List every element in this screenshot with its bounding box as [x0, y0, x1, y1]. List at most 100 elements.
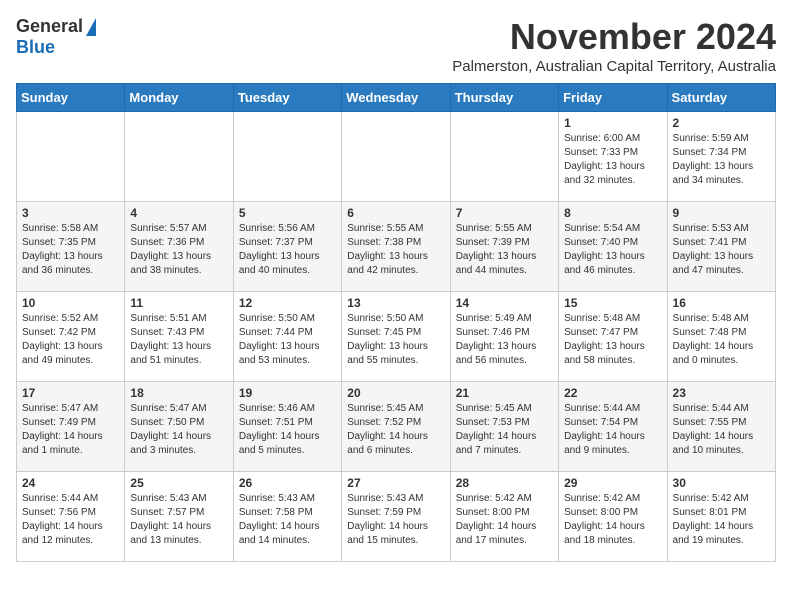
calendar-cell: 8 Sunrise: 5:54 AM Sunset: 7:40 PM Daylig…: [559, 202, 667, 292]
calendar-cell: 5 Sunrise: 5:56 AM Sunset: 7:37 PM Daylig…: [233, 202, 341, 292]
day-info: Sunrise: 5:45 AM Sunset: 7:53 PM Dayligh…: [456, 402, 553, 458]
calendar-week-row: 17Sunrise: 5:47 AM Sunset: 7:49 PM Dayli…: [17, 382, 776, 472]
calendar-cell: 21 Sunrise: 5:45 AM Sunset: 7:53 PM Dayli…: [450, 382, 558, 472]
day-info: Sunrise: 5:57 AM Sunset: 7:36 PM Dayligh…: [130, 222, 227, 278]
calendar-cell: 15 Sunrise: 5:48 AM Sunset: 7:47 PM Dayli…: [559, 292, 667, 382]
day-number: 18: [130, 386, 227, 400]
calendar-cell: 1 Sunrise: 6:00 AM Sunset: 7:33 PM Daylig…: [559, 112, 667, 202]
logo: General Blue: [16, 16, 96, 58]
day-number: 28: [456, 476, 553, 490]
day-number: 21: [456, 386, 553, 400]
day-info: Sunrise: 5:54 AM Sunset: 7:40 PM Dayligh…: [564, 222, 661, 278]
day-info: Sunrise: 6:00 AM Sunset: 7:33 PM Dayligh…: [564, 132, 661, 188]
day-number: 13: [347, 296, 444, 310]
day-number: 1: [564, 116, 661, 130]
day-number: 5: [239, 206, 336, 220]
day-info: Sunrise: 5:44 AM Sunset: 7:54 PM Dayligh…: [564, 402, 661, 458]
day-info: Sunrise: 5:55 AM Sunset: 7:39 PM Dayligh…: [456, 222, 553, 278]
day-number: 24: [22, 476, 119, 490]
day-number: 12: [239, 296, 336, 310]
month-title: November 2024: [452, 16, 776, 58]
day-info: Sunrise: 5:42 AM Sunset: 8:01 PM Dayligh…: [673, 492, 770, 548]
day-info: Sunrise: 5:47 AM Sunset: 7:49 PM Dayligh…: [22, 402, 119, 458]
day-number: 3: [22, 206, 119, 220]
day-info: Sunrise: 5:55 AM Sunset: 7:38 PM Dayligh…: [347, 222, 444, 278]
calendar-cell: 3 Sunrise: 5:58 AM Sunset: 7:35 PM Daylig…: [17, 202, 125, 292]
day-info: Sunrise: 5:49 AM Sunset: 7:46 PM Dayligh…: [456, 312, 553, 368]
day-number: 23: [673, 386, 770, 400]
weekday-header-sunday: Sunday: [17, 84, 125, 112]
weekday-header-saturday: Saturday: [667, 84, 775, 112]
weekday-header-row: SundayMondayTuesdayWednesdayThursdayFrid…: [17, 84, 776, 112]
calendar-week-row: 3 Sunrise: 5:58 AM Sunset: 7:35 PM Daylig…: [17, 202, 776, 292]
day-number: 9: [673, 206, 770, 220]
day-info: Sunrise: 5:53 AM Sunset: 7:41 PM Dayligh…: [673, 222, 770, 278]
calendar-cell: 20 Sunrise: 5:45 AM Sunset: 7:52 PM Dayli…: [342, 382, 450, 472]
calendar-cell: 14 Sunrise: 5:49 AM Sunset: 7:46 PM Dayli…: [450, 292, 558, 382]
calendar-cell: 28 Sunrise: 5:42 AM Sunset: 8:00 PM Dayli…: [450, 472, 558, 562]
day-info: Sunrise: 5:59 AM Sunset: 7:34 PM Dayligh…: [673, 132, 770, 188]
day-info: Sunrise: 5:47 AM Sunset: 7:50 PM Dayligh…: [130, 402, 227, 458]
calendar-cell: 9 Sunrise: 5:53 AM Sunset: 7:41 PM Daylig…: [667, 202, 775, 292]
calendar-week-row: 24 Sunrise: 5:44 AM Sunset: 7:56 PM Dayli…: [17, 472, 776, 562]
day-info: Sunrise: 5:44 AM Sunset: 7:55 PM Dayligh…: [673, 402, 770, 458]
calendar-cell: 18 Sunrise: 5:47 AM Sunset: 7:50 PM Dayli…: [125, 382, 233, 472]
day-number: 25: [130, 476, 227, 490]
calendar-cell: 11Sunrise: 5:51 AM Sunset: 7:43 PM Dayli…: [125, 292, 233, 382]
weekday-header-wednesday: Wednesday: [342, 84, 450, 112]
logo-triangle-icon: [86, 18, 96, 36]
day-info: Sunrise: 5:45 AM Sunset: 7:52 PM Dayligh…: [347, 402, 444, 458]
weekday-header-monday: Monday: [125, 84, 233, 112]
day-number: 20: [347, 386, 444, 400]
day-info: Sunrise: 5:56 AM Sunset: 7:37 PM Dayligh…: [239, 222, 336, 278]
day-number: 19: [239, 386, 336, 400]
day-info: Sunrise: 5:43 AM Sunset: 7:59 PM Dayligh…: [347, 492, 444, 548]
day-number: 2: [673, 116, 770, 130]
weekday-header-tuesday: Tuesday: [233, 84, 341, 112]
day-info: Sunrise: 5:44 AM Sunset: 7:56 PM Dayligh…: [22, 492, 119, 548]
calendar-cell: [17, 112, 125, 202]
day-number: 27: [347, 476, 444, 490]
day-info: Sunrise: 5:43 AM Sunset: 7:57 PM Dayligh…: [130, 492, 227, 548]
calendar-cell: 30 Sunrise: 5:42 AM Sunset: 8:01 PM Dayli…: [667, 472, 775, 562]
day-number: 26: [239, 476, 336, 490]
day-number: 10: [22, 296, 119, 310]
title-block: November 2024 Palmerston, Australian Cap…: [452, 16, 776, 75]
calendar-week-row: 1 Sunrise: 6:00 AM Sunset: 7:33 PM Daylig…: [17, 112, 776, 202]
day-info: Sunrise: 5:42 AM Sunset: 8:00 PM Dayligh…: [564, 492, 661, 548]
weekday-header-friday: Friday: [559, 84, 667, 112]
day-info: Sunrise: 5:58 AM Sunset: 7:35 PM Dayligh…: [22, 222, 119, 278]
calendar-cell: 2 Sunrise: 5:59 AM Sunset: 7:34 PM Daylig…: [667, 112, 775, 202]
day-info: Sunrise: 5:48 AM Sunset: 7:48 PM Dayligh…: [673, 312, 770, 368]
calendar-table: SundayMondayTuesdayWednesdayThursdayFrid…: [16, 83, 776, 562]
day-info: Sunrise: 5:46 AM Sunset: 7:51 PM Dayligh…: [239, 402, 336, 458]
calendar-cell: 29 Sunrise: 5:42 AM Sunset: 8:00 PM Dayli…: [559, 472, 667, 562]
day-number: 14: [456, 296, 553, 310]
day-info: Sunrise: 5:42 AM Sunset: 8:00 PM Dayligh…: [456, 492, 553, 548]
day-number: 15: [564, 296, 661, 310]
calendar-cell: 26Sunrise: 5:43 AM Sunset: 7:58 PM Dayli…: [233, 472, 341, 562]
calendar-cell: 16 Sunrise: 5:48 AM Sunset: 7:48 PM Dayli…: [667, 292, 775, 382]
logo-blue-text: Blue: [16, 37, 55, 58]
calendar-cell: 25 Sunrise: 5:43 AM Sunset: 7:57 PM Dayli…: [125, 472, 233, 562]
day-number: 8: [564, 206, 661, 220]
calendar-cell: 27 Sunrise: 5:43 AM Sunset: 7:59 PM Dayli…: [342, 472, 450, 562]
calendar-cell: 19 Sunrise: 5:46 AM Sunset: 7:51 PM Dayli…: [233, 382, 341, 472]
day-number: 29: [564, 476, 661, 490]
day-info: Sunrise: 5:51 AM Sunset: 7:43 PM Dayligh…: [130, 312, 227, 368]
day-number: 30: [673, 476, 770, 490]
day-number: 4: [130, 206, 227, 220]
calendar-cell: [342, 112, 450, 202]
day-number: 7: [456, 206, 553, 220]
day-info: Sunrise: 5:48 AM Sunset: 7:47 PM Dayligh…: [564, 312, 661, 368]
day-number: 22: [564, 386, 661, 400]
calendar-cell: 10 Sunrise: 5:52 AM Sunset: 7:42 PM Dayli…: [17, 292, 125, 382]
calendar-cell: [125, 112, 233, 202]
calendar-cell: 24 Sunrise: 5:44 AM Sunset: 7:56 PM Dayli…: [17, 472, 125, 562]
day-info: Sunrise: 5:52 AM Sunset: 7:42 PM Dayligh…: [22, 312, 119, 368]
calendar-cell: 12Sunrise: 5:50 AM Sunset: 7:44 PM Dayli…: [233, 292, 341, 382]
day-number: 16: [673, 296, 770, 310]
calendar-cell: [450, 112, 558, 202]
calendar-cell: 13Sunrise: 5:50 AM Sunset: 7:45 PM Dayli…: [342, 292, 450, 382]
weekday-header-thursday: Thursday: [450, 84, 558, 112]
